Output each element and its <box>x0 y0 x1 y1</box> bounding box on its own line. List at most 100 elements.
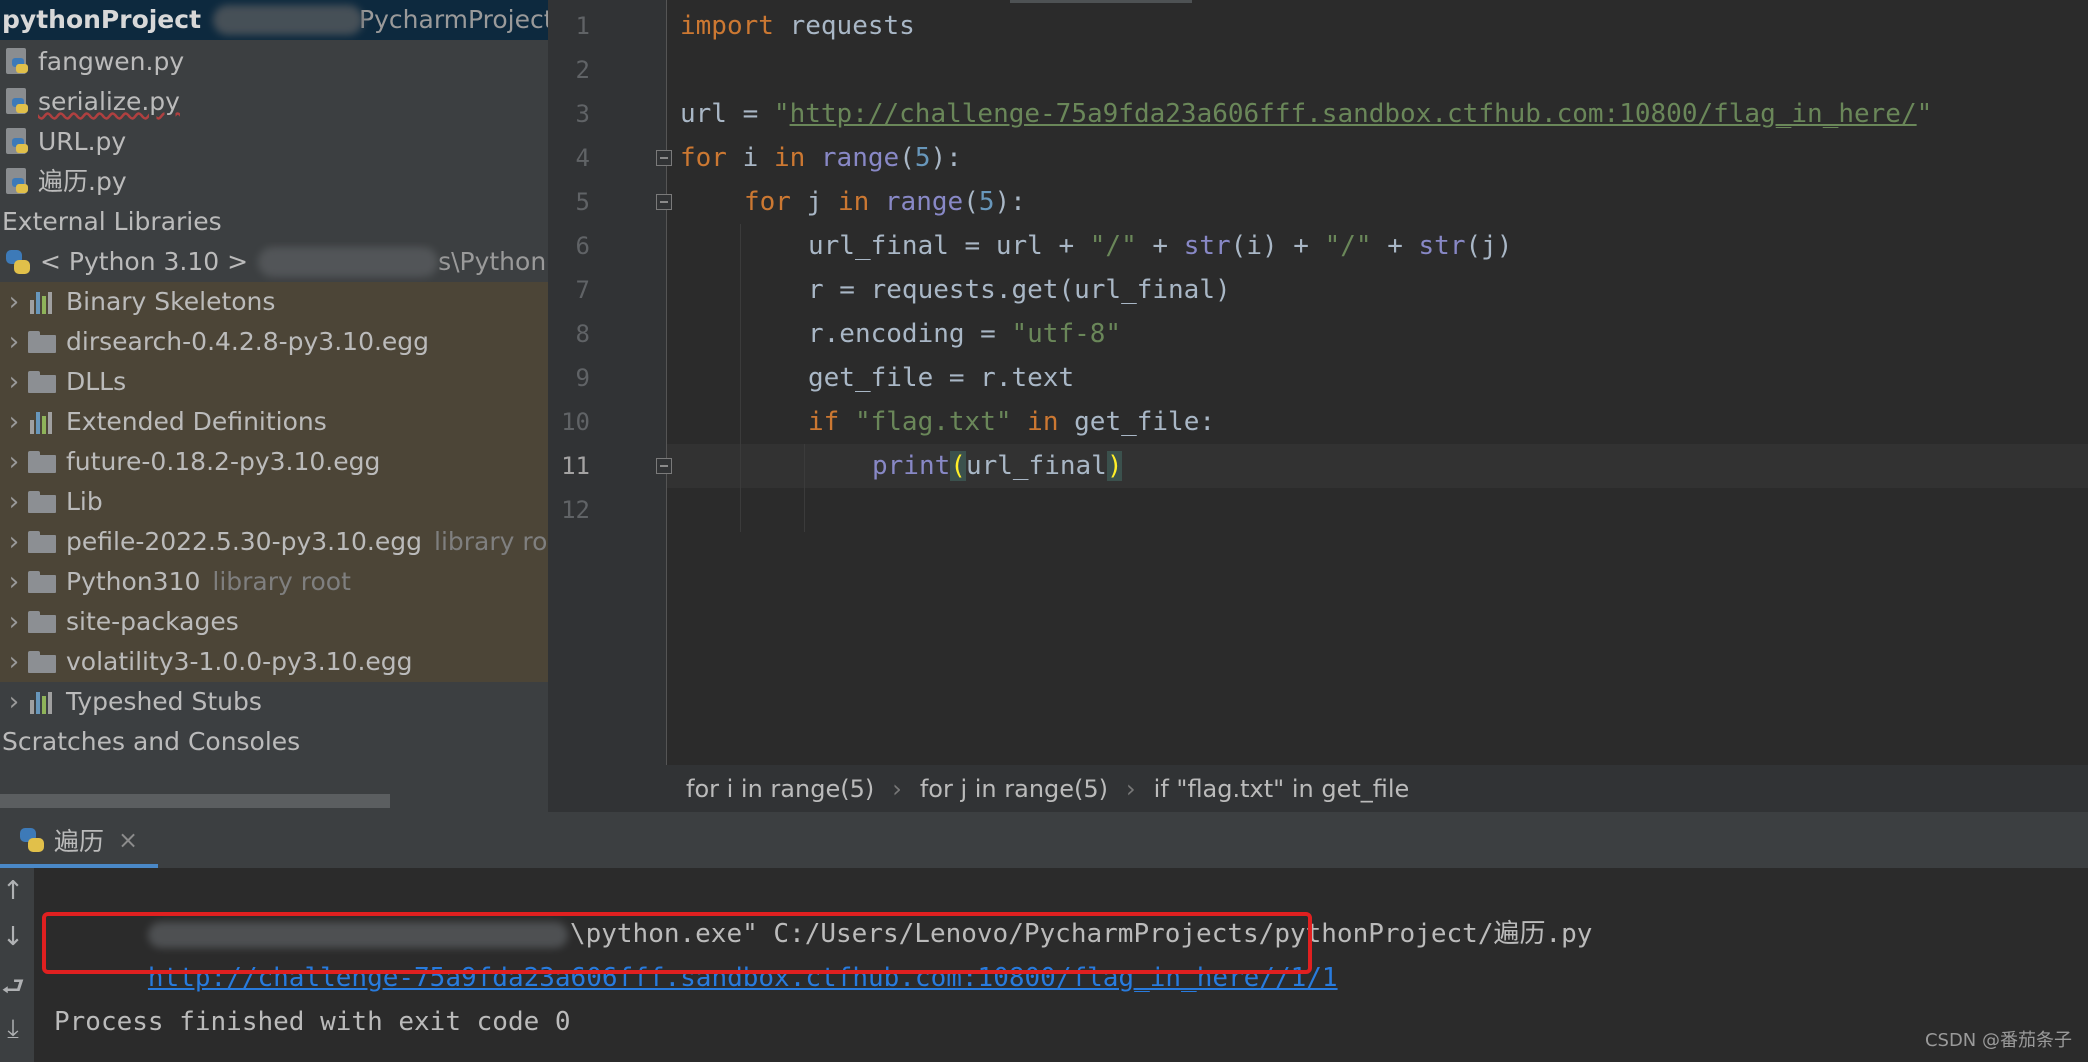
code-line-10: if "flag.txt" in get_file: <box>808 400 1215 444</box>
builtin-token: range <box>884 187 964 217</box>
project-horizontal-scrollbar[interactable] <box>0 794 390 808</box>
chevron-right-icon[interactable]: › <box>0 442 28 482</box>
breadcrumb-separator: › <box>1126 774 1136 803</box>
line-number: 2 <box>575 56 590 84</box>
tree-item-volatility3[interactable]: › volatility3-1.0.0-py3.10.egg <box>0 642 548 682</box>
arrow-down-icon[interactable]: ↓ <box>0 922 26 952</box>
folder-icon <box>28 331 56 353</box>
chevron-right-icon[interactable]: › <box>0 322 28 362</box>
code-line-11: print(url_final) <box>872 444 1123 488</box>
tree-item-future[interactable]: › future-0.18.2-py3.10.egg <box>0 442 548 482</box>
code-token: requests <box>773 11 915 41</box>
tree-item-typeshed-stubs[interactable]: › Typeshed Stubs <box>0 682 548 722</box>
chevron-right-icon[interactable]: › <box>0 522 28 562</box>
tree-item-label: future-0.18.2-py3.10.egg <box>66 447 381 476</box>
file-name: 遍历.py <box>38 167 127 196</box>
chevron-right-icon[interactable]: › <box>0 402 28 442</box>
arrow-up-icon[interactable]: ↑ <box>0 876 26 906</box>
file-row-url[interactable]: URL.py <box>0 122 548 162</box>
fold-end-marker-icon[interactable] <box>656 458 672 474</box>
run-toolbar: ↑ ↓ ⮐ ⤓ <box>0 868 34 1062</box>
tree-item-label: Lib <box>66 487 103 516</box>
keyword-token: for <box>680 143 727 173</box>
file-row-bianli[interactable]: 遍历.py <box>0 162 548 202</box>
python-logo-icon <box>18 826 46 854</box>
file-row-fangwen[interactable]: fangwen.py <box>0 42 548 82</box>
python-sdk-label: < Python 3.10 > <box>40 247 249 276</box>
tree-item-site-packages[interactable]: › site-packages <box>0 602 548 642</box>
code-token: url_final = url + <box>808 231 1090 261</box>
file-row-serialize[interactable]: serialize.py <box>0 82 548 122</box>
file-name: serialize.py <box>38 87 180 116</box>
line-number: 7 <box>575 276 590 304</box>
chevron-right-icon[interactable]: › <box>0 642 28 682</box>
tree-item-python310[interactable]: › Python310 library root <box>0 562 548 602</box>
code-token: + <box>1371 231 1419 261</box>
tree-item-label: site-packages <box>66 607 239 636</box>
tree-item-lib[interactable]: › Lib <box>0 482 548 522</box>
folder-icon <box>28 451 56 473</box>
line-number: 6 <box>575 232 590 260</box>
code-line-3: url = "http://challenge-75a9fda23a606fff… <box>680 92 1932 136</box>
tree-item-extended-definitions[interactable]: › Extended Definitions <box>0 402 548 442</box>
fold-marker-icon[interactable] <box>656 194 672 210</box>
code-line-5: for j in range(5): <box>744 180 1026 224</box>
file-name: fangwen.py <box>38 47 185 76</box>
python-file-icon <box>4 48 30 76</box>
scratches-row[interactable]: Scratches and Consoles <box>0 722 548 762</box>
keyword-token: if <box>808 407 840 437</box>
breadcrumb-item[interactable]: for j in range(5) <box>920 775 1108 803</box>
redacted-path <box>258 247 439 277</box>
chevron-right-icon[interactable]: › <box>0 602 28 642</box>
console-exit-line: Process finished with exit code 0 <box>54 1007 571 1037</box>
scroll-to-end-icon[interactable]: ⤓ <box>0 1014 26 1045</box>
code-line-7: r = requests.get(url_final) <box>808 275 1231 305</box>
tree-item-dlls[interactable]: › DLLs <box>0 362 548 402</box>
fold-marker-icon[interactable] <box>656 150 672 166</box>
library-root-note: library root <box>434 527 548 556</box>
line-number: 1 <box>575 12 590 40</box>
python-sdk-row[interactable]: < Python 3.10 > s\Python310 <box>0 242 548 282</box>
run-tool-window-tabs: 遍历 × <box>0 812 2088 868</box>
keyword-token: in <box>1027 407 1059 437</box>
project-root-name: pythonProject <box>2 5 202 34</box>
chevron-right-icon[interactable]: › <box>0 482 28 522</box>
editor-scroll-indicator[interactable] <box>1010 0 1192 3</box>
tree-item-label: DLLs <box>66 367 127 396</box>
python-file-icon <box>4 128 30 156</box>
url-string-token[interactable]: http://challenge-75a9fda23a606fff.sandbo… <box>790 99 1917 129</box>
keyword-token: in <box>837 187 870 217</box>
breadcrumb-item[interactable]: if "flag.txt" in get_file <box>1154 775 1410 803</box>
external-libraries-row[interactable]: External Libraries <box>0 202 548 242</box>
code-editor[interactable]: 1 2 3 4 5 6 7 8 9 10 11 12 import reques… <box>548 0 2088 765</box>
code-token: r.encoding = <box>808 319 1012 349</box>
tree-item-pefile[interactable]: › pefile-2022.5.30-py3.10.egg library ro… <box>0 522 548 562</box>
breadcrumb-separator: › <box>892 774 902 803</box>
tree-item-binary-skeletons[interactable]: › Binary Skeletons <box>0 282 548 322</box>
keyword-token: for <box>744 187 791 217</box>
soft-wrap-icon[interactable]: ⮐ <box>0 968 26 1012</box>
folder-icon <box>28 531 56 553</box>
chevron-right-icon[interactable]: › <box>0 282 28 322</box>
tree-item-dirsearch[interactable]: › dirsearch-0.4.2.8-py3.10.egg <box>0 322 548 362</box>
close-icon[interactable]: × <box>118 826 138 854</box>
scratches-label: Scratches and Consoles <box>2 727 301 756</box>
python-file-icon <box>4 168 30 196</box>
string-token: "/" <box>1089 231 1137 261</box>
library-bars-icon <box>28 290 56 314</box>
chevron-right-icon[interactable]: › <box>0 362 28 402</box>
string-token: "flag.txt" <box>854 407 1012 437</box>
code-token: ): <box>930 143 962 173</box>
code-token: ): <box>994 187 1026 217</box>
chevron-right-icon[interactable]: › <box>0 562 28 602</box>
string-token: "/" <box>1324 231 1372 261</box>
code-token: (j) <box>1465 231 1513 261</box>
indent-guide <box>740 224 741 532</box>
redacted-path <box>213 5 364 35</box>
run-console[interactable]: ↑ ↓ ⮐ ⤓ \python.exe" C:/Users/Lenovo/Pyc… <box>0 868 2088 1062</box>
project-root-row[interactable]: pythonProject PycharmProjects\pythonProj… <box>0 0 548 40</box>
breadcrumb-item[interactable]: for i in range(5) <box>686 775 874 803</box>
run-tab[interactable]: 遍历 × <box>0 812 158 868</box>
chevron-right-icon[interactable]: › <box>0 682 28 722</box>
